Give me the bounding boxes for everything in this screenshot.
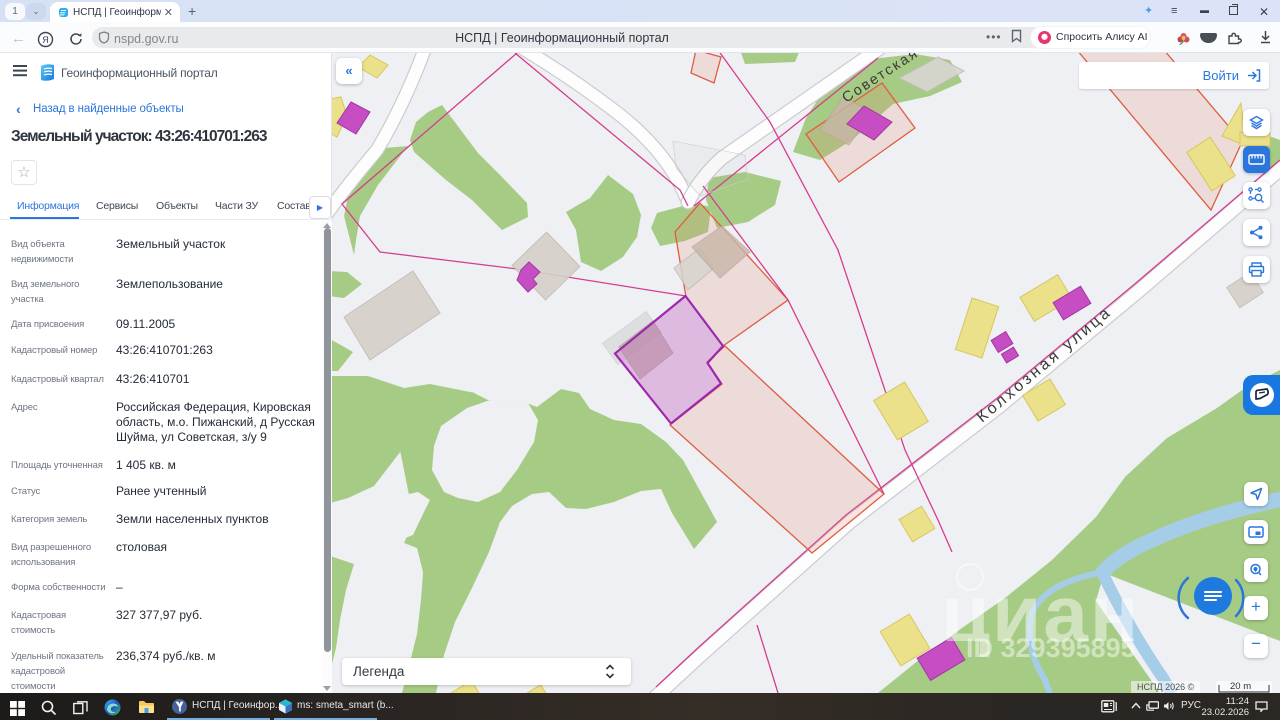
svg-text:ID 329395895: ID 329395895 [966, 633, 1136, 663]
